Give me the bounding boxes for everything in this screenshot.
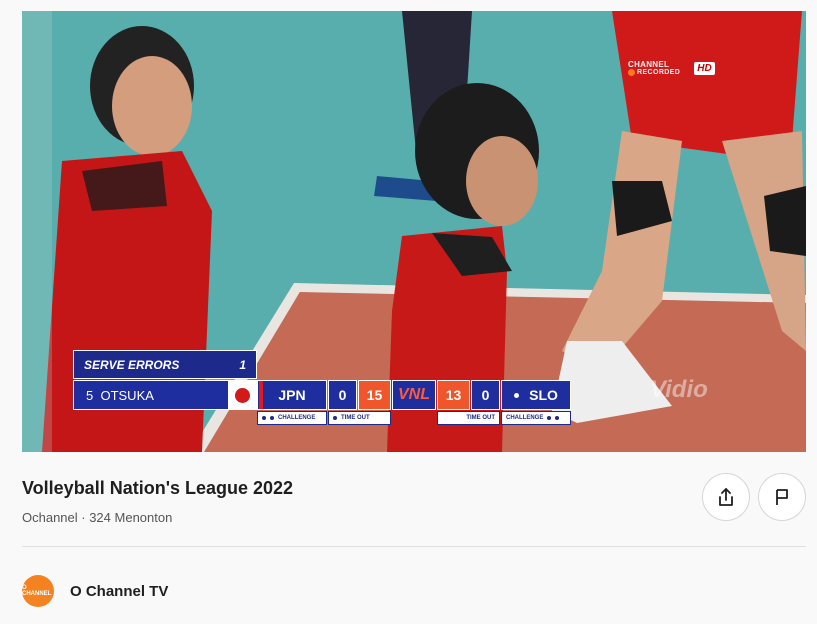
away-challenge: CHALLENGE <box>501 411 571 425</box>
stat-label: SERVE ERRORS <box>84 357 180 372</box>
home-team-stripe <box>259 381 263 409</box>
challenge-dot-icon <box>262 416 266 420</box>
challenge-dot-icon <box>555 416 560 420</box>
away-points: 13 <box>437 380 470 410</box>
home-timeout-label: TIME OUT <box>341 415 370 421</box>
timeout-dot-icon <box>333 416 337 420</box>
share-icon <box>719 488 733 506</box>
hd-badge: HD <box>694 62 715 75</box>
away-team-dot-icon <box>514 392 520 398</box>
flag-icon <box>776 489 788 505</box>
recorded-text: RECORDED <box>637 69 681 76</box>
watermark: Vidio <box>650 376 708 403</box>
challenge-dot-icon <box>270 416 274 420</box>
home-challenge: CHALLENGE <box>257 411 327 425</box>
home-challenge-label: CHALLENGE <box>278 415 316 421</box>
stat-box: SERVE ERRORS 1 <box>73 350 257 379</box>
divider <box>22 546 806 547</box>
stat-value: 1 <box>239 357 246 372</box>
challenge-dot-icon <box>547 416 552 420</box>
away-timeout-label: TIME OUT <box>466 415 495 421</box>
away-team: SLO <box>501 380 571 410</box>
channel-name[interactable]: O Channel TV <box>70 583 168 600</box>
video-title: Volleyball Nation's League 2022 <box>22 478 294 498</box>
home-sets: 0 <box>328 380 357 410</box>
japan-flag-icon <box>228 381 257 409</box>
home-timeout: TIME OUT <box>328 411 391 425</box>
bug-channel-text: CHANNEL <box>628 60 670 69</box>
video-meta: Ochannel · 324 Menonton <box>22 510 173 525</box>
home-points: 15 <box>358 380 391 410</box>
video-player[interactable]: CHANNEL RECORDED HD Vidio SERVE ERRORS 1… <box>22 11 806 452</box>
player-name: 5 OTSUKA <box>86 387 154 403</box>
report-button[interactable] <box>758 473 806 521</box>
share-button[interactable] <box>702 473 750 521</box>
recorded-label: RECORDED <box>628 69 680 76</box>
broadcaster-bug: CHANNEL RECORDED HD <box>628 61 715 76</box>
away-timeout: TIME OUT <box>437 411 500 425</box>
home-team: JPN <box>257 380 327 410</box>
away-team-label: SLO <box>529 387 558 403</box>
channel-avatar[interactable]: O CHANNEL <box>22 575 54 607</box>
home-team-label: JPN <box>278 387 306 403</box>
recorded-dot-icon <box>628 69 635 76</box>
away-challenge-label: CHALLENGE <box>506 415 544 421</box>
away-sets: 0 <box>471 380 500 410</box>
channel-avatar-text: O CHANNEL <box>22 585 52 597</box>
vnl-logo: VNL <box>392 380 436 410</box>
channel-logo: CHANNEL RECORDED <box>628 61 680 76</box>
